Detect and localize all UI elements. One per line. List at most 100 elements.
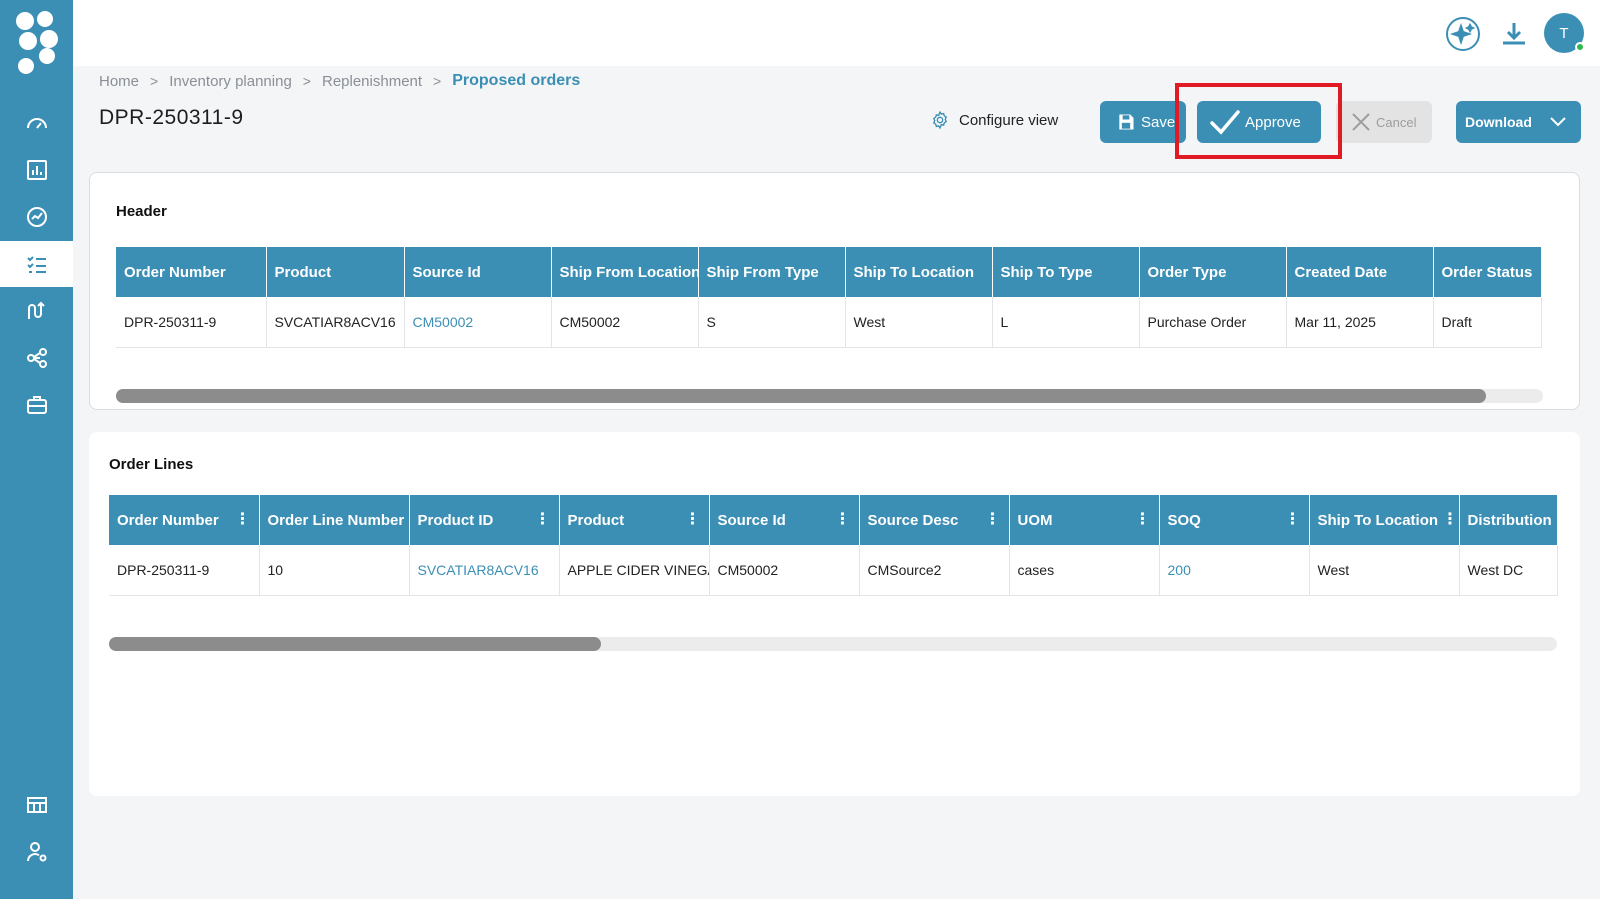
header-section-title: Header: [116, 203, 167, 220]
download-page-button[interactable]: [1494, 14, 1534, 54]
column-header[interactable]: Product ⋮: [559, 495, 710, 545]
table-row: DPR-250311-9 10 SVCATIAR8ACV16 APPLE CID…: [109, 545, 1558, 596]
cancel-button[interactable]: Cancel: [1336, 101, 1432, 143]
close-icon: [1352, 113, 1370, 131]
breadcrumb: Home > Inventory planning > Replenishmen…: [99, 70, 580, 92]
column-menu-icon[interactable]: ⋮: [535, 512, 551, 528]
nav-network[interactable]: [0, 335, 73, 381]
gear-icon: [932, 110, 948, 130]
column-menu-icon[interactable]: ⋮: [835, 512, 851, 528]
sparkle-icon: [1446, 17, 1480, 51]
table-cell: CM50002: [551, 297, 699, 348]
source-id-link[interactable]: CM50002: [404, 297, 552, 348]
breadcrumb-home[interactable]: Home: [99, 73, 139, 90]
column-header-label: Order Line Number: [267, 511, 405, 529]
table-cell: CMSource2: [859, 545, 1010, 596]
network-icon: [26, 348, 47, 368]
column-header[interactable]: Order Number: [116, 247, 267, 297]
download-dropdown-button[interactable]: Download: [1456, 101, 1581, 143]
nav-dashboard[interactable]: [0, 100, 73, 146]
speedometer-icon: [26, 118, 47, 129]
route-icon: [27, 301, 45, 319]
table-cell: L: [992, 297, 1140, 348]
chevron-down-icon: [1550, 117, 1566, 127]
column-header[interactable]: Ship From Location: [551, 247, 699, 297]
nav-routes[interactable]: [0, 288, 73, 334]
column-menu-icon[interactable]: ⋮: [1285, 512, 1301, 528]
column-header[interactable]: UOM ⋮: [1009, 495, 1160, 545]
column-menu-icon[interactable]: ⋮: [1135, 512, 1151, 528]
online-status-dot: [1575, 42, 1585, 52]
column-header[interactable]: Source Id: [404, 247, 552, 297]
column-header[interactable]: Ship To Location ⋮: [1309, 495, 1460, 545]
user-avatar[interactable]: T: [1544, 13, 1585, 53]
dashboard-grid-icon: [26, 797, 47, 813]
table-cell: CM50002: [709, 545, 860, 596]
user-settings-icon: [26, 842, 46, 862]
column-header[interactable]: Created Date: [1286, 247, 1434, 297]
column-header[interactable]: Order Number ⋮: [109, 495, 260, 545]
table-cell: S: [698, 297, 846, 348]
scrollbar-thumb[interactable]: [109, 637, 602, 651]
breadcrumb-current: Proposed orders: [452, 72, 581, 89]
nav-trends[interactable]: [0, 194, 73, 240]
column-header-label: Product ID: [417, 511, 494, 529]
column-menu-icon[interactable]: ⋮: [985, 512, 1001, 528]
nav-portfolio[interactable]: [0, 382, 73, 428]
approve-highlight-box: [1175, 83, 1342, 159]
table-cell: Draft: [1433, 297, 1542, 348]
column-header[interactable]: Order Line Number⋮: [259, 495, 410, 545]
column-header[interactable]: Product ID ⋮: [409, 495, 560, 545]
save-icon: [1119, 114, 1134, 130]
column-header[interactable]: Order Status: [1433, 247, 1542, 297]
table-cell: Mar 11, 2025: [1286, 297, 1434, 348]
table-cell: SVCATIAR8ACV16: [266, 297, 405, 348]
nav-user-settings[interactable]: [0, 829, 73, 875]
column-header[interactable]: Ship To Type: [992, 247, 1140, 297]
column-header[interactable]: Product: [266, 247, 405, 297]
table-cell: APPLE CIDER VINEGAR: [559, 545, 710, 596]
top-bar: [73, 0, 1600, 66]
sidebar: [0, 0, 73, 899]
column-header[interactable]: Order Type: [1139, 247, 1287, 297]
table-cell: cases: [1009, 545, 1160, 596]
header-horizontal-scrollbar[interactable]: [116, 389, 1543, 403]
chevron-right-icon: >: [150, 73, 159, 89]
column-menu-icon[interactable]: ⋮: [685, 512, 701, 528]
breadcrumb-inventory-planning[interactable]: Inventory planning: [169, 73, 292, 90]
save-label: Save: [1141, 113, 1176, 131]
column-menu-icon[interactable]: ⋮: [1442, 512, 1458, 528]
column-header-label: Product: [567, 511, 625, 529]
table-cell: West: [1309, 545, 1460, 596]
app-logo[interactable]: [14, 10, 60, 76]
save-button[interactable]: Save: [1100, 101, 1186, 143]
order-lines-horizontal-scrollbar[interactable]: [109, 637, 1557, 651]
configure-view-button[interactable]: Configure view: [930, 110, 1058, 130]
column-header-label: Distribution: [1467, 511, 1552, 529]
ai-assistant-button[interactable]: [1443, 14, 1483, 54]
column-header[interactable]: Ship From Type: [698, 247, 846, 297]
breadcrumb-replenishment[interactable]: Replenishment: [322, 73, 422, 90]
header-card: Header Order Number Product Source Id Sh…: [89, 172, 1580, 410]
nav-orders[interactable]: [0, 241, 73, 287]
scrollbar-thumb[interactable]: [116, 389, 1486, 403]
column-header-label: Source Id: [717, 511, 786, 529]
order-lines-table: Order Number⋮ Order Line Number⋮ Product…: [109, 495, 1558, 596]
order-lines-card: Order Lines Order Number ⋮ Order Line Num…: [89, 432, 1580, 796]
column-header[interactable]: Distribution: [1459, 495, 1558, 545]
checklist-icon: [26, 256, 46, 273]
column-header[interactable]: Ship To Location: [845, 247, 993, 297]
table-cell: DPR-250311-9: [109, 545, 260, 596]
column-header[interactable]: Source Desc ⋮: [859, 495, 1010, 545]
soq-link[interactable]: 200: [1159, 545, 1310, 596]
column-header-label: UOM: [1017, 511, 1053, 529]
column-header[interactable]: SOQ ⋮: [1159, 495, 1310, 545]
column-menu-icon[interactable]: ⋮: [235, 512, 251, 528]
product-id-link[interactable]: SVCATIAR8ACV16: [409, 545, 560, 596]
page-title: DPR-250311-9: [99, 106, 244, 129]
column-header[interactable]: Source Id ⋮: [709, 495, 860, 545]
table-cell: 10: [259, 545, 410, 596]
nav-analytics[interactable]: [0, 147, 73, 193]
nav-reports[interactable]: [0, 782, 73, 828]
order-lines-head-row: Order Number⋮ Order Line Number⋮ Product…: [109, 495, 1558, 545]
